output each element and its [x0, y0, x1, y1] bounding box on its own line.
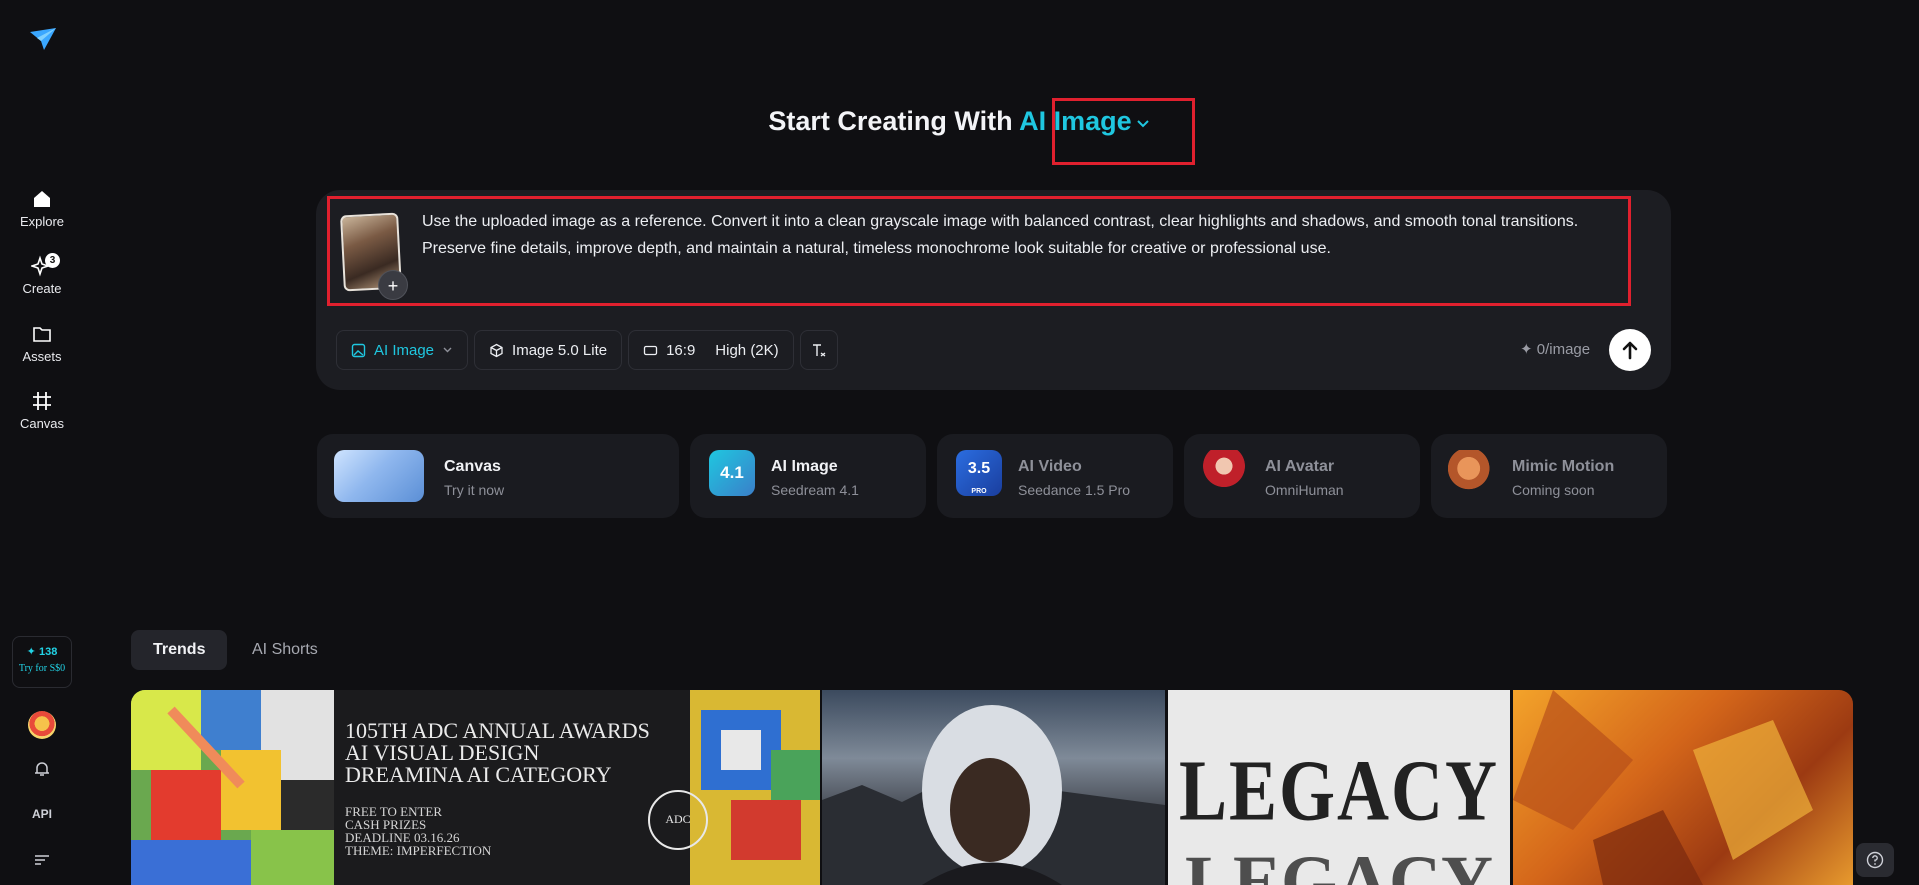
cube-icon — [490, 343, 503, 357]
poster-details: FREE TO ENTER CASH PRIZES DEADLINE 03.16… — [345, 805, 491, 857]
autumn-leaves-art — [1513, 690, 1813, 885]
adc-logo: ADC — [665, 812, 691, 826]
card-title: AI Video — [1018, 458, 1082, 475]
sidebar-item-create[interactable]: 3 Create — [0, 253, 84, 296]
text-format-icon — [812, 343, 826, 357]
chevron-down-icon — [443, 347, 452, 353]
poster-line: DREAMINA AI CATEGORY — [345, 762, 612, 787]
feature-card-ai-avatar[interactable]: AI Avatar OmniHuman — [1184, 434, 1420, 518]
card-title: Mimic Motion — [1512, 458, 1615, 475]
poster-line: 105TH ADC ANNUAL AWARDS — [345, 718, 650, 743]
sidebar-item-label: Explore — [19, 214, 65, 229]
try-label: Try for S$0 — [18, 663, 66, 674]
pro-tag: PRO — [971, 488, 987, 495]
sparkle-icon: ✦ — [1520, 341, 1537, 358]
sidebar-item-explore[interactable]: Explore — [0, 188, 84, 229]
poster-line: AI VISUAL DESIGN — [345, 740, 540, 765]
legacy-word-echo: LEGACY — [1184, 841, 1494, 885]
sparkle-icon: ✦ — [26, 646, 39, 658]
image-icon — [351, 343, 366, 357]
feature-card-ai-image[interactable]: 4.1 AI Image Seedream 4.1 — [690, 434, 926, 518]
mimic-character-thumbnail — [1448, 450, 1494, 496]
question-icon — [1866, 851, 1884, 869]
tab-ai-shorts[interactable]: AI Shorts — [230, 630, 340, 670]
card-subtitle: OmniHuman — [1265, 482, 1344, 498]
help-button[interactable] — [1856, 843, 1894, 877]
sidebar-item-assets[interactable]: Assets — [0, 323, 84, 364]
highlight-box-mode — [1052, 98, 1195, 165]
arrow-up-icon — [1622, 341, 1638, 360]
model-selector[interactable]: Image 5.0 Lite — [474, 330, 623, 370]
page-title: Start Creating With AI Image — [0, 106, 1919, 137]
avatar[interactable] — [28, 711, 56, 739]
avatar-character-thumbnail — [1201, 450, 1247, 496]
seedream-icon: 4.1 — [709, 450, 755, 496]
feature-card-mimic-motion: Mimic Motion Coming soon — [1431, 434, 1667, 518]
home-icon — [34, 191, 50, 207]
cost-indicator: ✦ 0/image — [1520, 340, 1590, 358]
submit-button[interactable] — [1609, 329, 1651, 371]
highlight-box-prompt — [327, 196, 1631, 306]
quality-label: High (2K) — [715, 341, 779, 359]
ratio-label: 16:9 — [666, 341, 696, 359]
menu-icon[interactable] — [34, 854, 50, 866]
card-title: Canvas — [444, 458, 501, 475]
credits-box[interactable]: ✦ 138 Try for S$0 — [12, 636, 72, 688]
card-subtitle: Seedance 1.5 Pro — [1018, 482, 1131, 498]
tab-trends[interactable]: Trends — [131, 630, 228, 670]
card-subtitle: Coming soon — [1512, 482, 1595, 498]
api-link[interactable]: API — [0, 807, 84, 821]
sidebar-item-label: Create — [22, 281, 62, 296]
bell-icon[interactable] — [33, 760, 51, 778]
text-style-button[interactable] — [799, 330, 838, 370]
portrait-art — [822, 705, 1165, 885]
create-count-badge: 3 — [45, 253, 60, 268]
gallery-item-autumn-leaves[interactable] — [1513, 690, 1853, 885]
credits-count: 138 — [38, 646, 58, 658]
seedance-version: 3.5 — [967, 460, 991, 477]
gallery-item-silver-hair-portrait[interactable] — [822, 690, 1165, 885]
card-subtitle: Seedream 4.1 — [771, 482, 859, 498]
sidebar-item-label: Canvas — [19, 416, 65, 431]
aspect-ratio-icon — [643, 345, 658, 355]
mode-dropdown-label: AI Image — [374, 341, 435, 359]
legacy-word: LEGACY — [1178, 742, 1500, 839]
canvas-frame-icon — [33, 392, 51, 410]
feature-card-canvas[interactable]: Canvas Try it now — [317, 434, 679, 518]
card-title: AI Image — [771, 458, 838, 475]
folder-icon — [33, 327, 51, 342]
cost-label: 0/image — [1536, 341, 1591, 358]
gallery-item-adc-poster[interactable]: 105TH ADC ANNUAL AWARDS AI VISUAL DESIGN… — [131, 690, 820, 885]
card-title: AI Avatar — [1265, 458, 1335, 475]
sidebar-item-label: Assets — [22, 349, 62, 364]
card-subtitle: Try it now — [444, 482, 505, 498]
feature-card-ai-video[interactable]: 3.5 PRO AI Video Seedance 1.5 Pro — [937, 434, 1173, 518]
sidebar-item-canvas[interactable]: Canvas — [0, 390, 84, 431]
ratio-quality-selector[interactable]: 16:9 High (2K) — [628, 330, 794, 370]
gallery-item-legacy-typography[interactable]: LEGACY LEGACY — [1168, 690, 1510, 885]
model-label: Image 5.0 Lite — [512, 341, 608, 359]
pegasus-thumbnail — [334, 450, 424, 502]
paper-plane-logo[interactable] — [28, 24, 58, 54]
poster-headline: 105TH ADC ANNUAL AWARDS AI VISUAL DESIGN… — [345, 720, 650, 786]
seedance-icon: 3.5 PRO — [956, 450, 1002, 496]
poster-detail: THEME: IMPERFECTION — [345, 843, 492, 858]
prompt-toolbar: AI Image Image 5.0 Lite 16:9 High (2K) — [336, 330, 838, 370]
title-prefix: Start Creating With — [768, 106, 1013, 136]
mode-dropdown[interactable]: AI Image — [336, 330, 469, 370]
